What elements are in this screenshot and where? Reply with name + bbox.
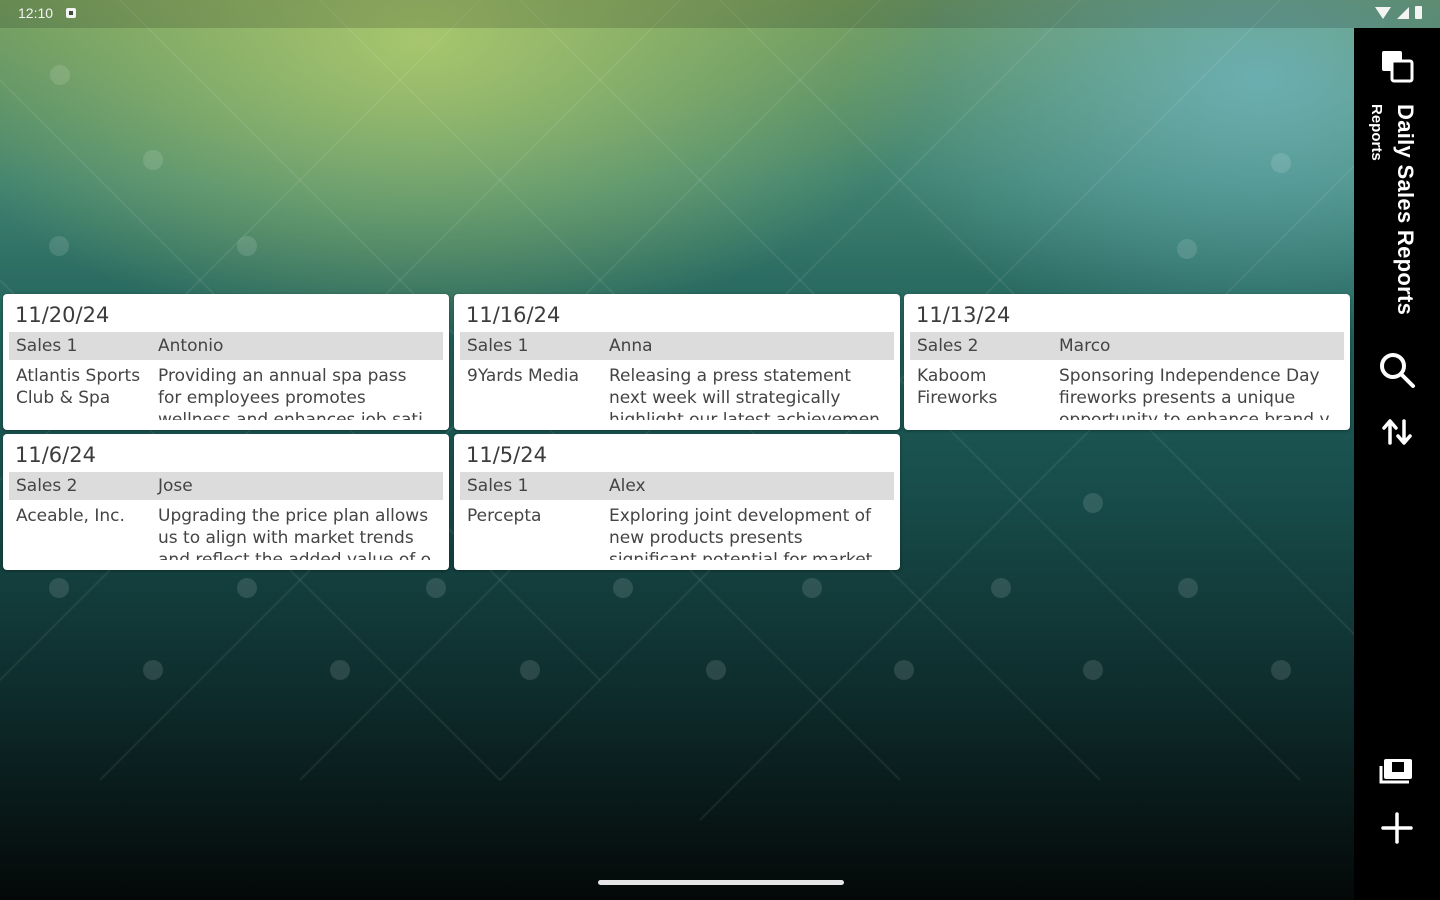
search-icon (1380, 353, 1415, 388)
status-time: 12:10 (18, 5, 54, 21)
search-button[interactable] (1375, 348, 1419, 392)
battery-icon (1415, 6, 1422, 19)
signal-icon (1397, 6, 1409, 19)
report-note: Providing an annual spa pass for employe… (158, 366, 423, 420)
report-person: Alex (609, 476, 646, 496)
report-note: Upgrading the price plan allows us to al… (158, 506, 432, 560)
report-card[interactable]: 11/6/24 Sales 2 Jose Aceable, Inc. Upgra… (3, 434, 449, 570)
report-header-band: Sales 1 Anna (460, 332, 894, 360)
report-header-band: Sales 1 Antonio (9, 332, 443, 360)
report-person: Anna (609, 336, 653, 356)
report-header-band: Sales 2 Jose (9, 472, 443, 500)
app-title-block: Daily Sales Reports Reports (1362, 104, 1432, 364)
sort-button[interactable] (1375, 410, 1419, 454)
switch-view-icon (1382, 51, 1414, 83)
report-company: Atlantis Sports Club & Spa (16, 366, 141, 408)
report-company: 9Yards Media (467, 366, 580, 386)
report-note: Releasing a press statement next week wi… (609, 366, 880, 420)
report-company: Percepta (467, 506, 542, 526)
sort-icon (1382, 419, 1412, 445)
navigation-rail: Daily Sales Reports Reports (1354, 28, 1440, 900)
report-date: 11/6/24 (15, 443, 96, 467)
report-team: Sales 1 (467, 336, 529, 356)
report-person: Jose (158, 476, 193, 496)
switch-view-button[interactable] (1375, 44, 1419, 88)
report-date: 11/13/24 (916, 303, 1011, 327)
status-bar: 12:10 (0, 0, 1440, 28)
report-team: Sales 2 (16, 476, 78, 496)
report-team: Sales 1 (467, 476, 529, 496)
wifi-icon (1375, 6, 1391, 19)
system-icons (1375, 6, 1422, 19)
report-header-band: Sales 1 Alex (460, 472, 894, 500)
report-date: 11/16/24 (466, 303, 561, 327)
report-card[interactable]: 11/5/24 Sales 1 Alex Percepta Exploring … (454, 434, 900, 570)
report-note: Exploring joint development of new produ… (609, 506, 873, 560)
report-card[interactable]: 11/13/24 Sales 2 Marco Kaboom Fireworks … (904, 294, 1350, 430)
report-team: Sales 2 (917, 336, 979, 356)
report-date: 11/20/24 (15, 303, 110, 327)
report-header-band: Sales 2 Marco (910, 332, 1344, 360)
notification-icon (66, 8, 76, 18)
report-team: Sales 1 (16, 336, 78, 356)
slideshow-button[interactable] (1375, 750, 1419, 794)
report-company: Kaboom Fireworks (917, 366, 998, 408)
report-card[interactable]: 11/20/24 Sales 1 Antonio Atlantis Sports… (3, 294, 449, 430)
app-title: Daily Sales Reports (1393, 104, 1418, 316)
report-person: Marco (1059, 336, 1111, 356)
add-report-button[interactable] (1375, 806, 1419, 850)
report-date: 11/5/24 (466, 443, 547, 467)
report-card[interactable]: 11/16/24 Sales 1 Anna 9Yards Media Relea… (454, 294, 900, 430)
report-note: Sponsoring Independence Day fireworks pr… (1059, 366, 1330, 420)
report-person: Antonio (158, 336, 224, 356)
app-subtitle: Reports (1368, 104, 1385, 161)
slideshow-icon (1379, 759, 1412, 784)
report-company: Aceable, Inc. (16, 506, 125, 526)
add-icon (1381, 812, 1413, 844)
gesture-home-bar[interactable] (598, 880, 844, 885)
